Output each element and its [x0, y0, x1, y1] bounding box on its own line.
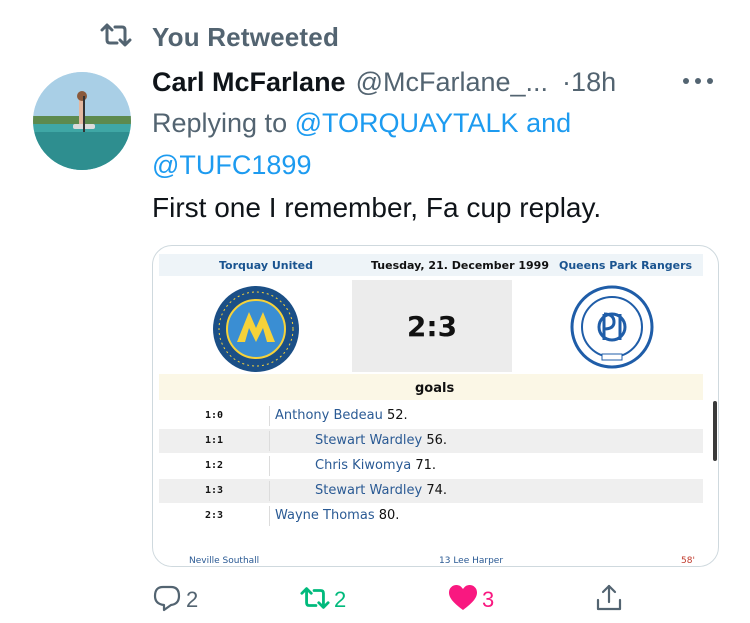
action-bar: 2 2 3 — [152, 580, 712, 620]
qpr-crest-icon — [569, 284, 655, 370]
match-card: Torquay United Tuesday, 21. December 199… — [159, 254, 703, 566]
like-button[interactable]: 3 — [448, 580, 494, 620]
goal-score: 2:3 — [205, 510, 224, 521]
goal-scorer[interactable]: Stewart Wardley 56. — [315, 433, 447, 448]
away-team-label: Queens Park Rangers — [559, 259, 693, 272]
goal-minute: 74. — [426, 483, 448, 498]
more-options-icon[interactable] — [678, 68, 718, 94]
tweet-text: First one I remember, Fa cup replay. — [152, 192, 602, 223]
goals-bar: goals — [159, 374, 703, 400]
media-image[interactable]: Torquay United Tuesday, 21. December 199… — [152, 245, 719, 567]
goal-minute: 52. — [387, 408, 408, 423]
goal-minute: 80. — [378, 508, 400, 523]
match-date: Tuesday, 21. December 1999 — [371, 259, 549, 272]
dot-separator: · — [562, 66, 572, 97]
like-count: 3 — [482, 587, 495, 612]
goal-scorer[interactable]: Stewart Wardley 74. — [315, 483, 447, 498]
goal-scorer[interactable]: Wayne Thomas 80. — [275, 508, 399, 523]
retweet-icon — [300, 583, 330, 618]
goal-row: 1:1 Stewart Wardley 56. — [159, 429, 703, 453]
retweet-icon — [100, 22, 132, 53]
torquay-crest-icon — [211, 284, 301, 374]
goal-scorer[interactable]: Chris Kiwomya 71. — [315, 458, 436, 473]
replying-to: Replying to @TORQUAYTALK and @TUFC1899 — [152, 102, 732, 186]
row-divider — [269, 506, 270, 526]
row-divider — [269, 481, 270, 501]
row-divider — [269, 456, 270, 476]
lineup-right: 58' — [681, 556, 695, 566]
lineup-fragment: Neville Southall 13 Lee Harper 58' — [159, 554, 703, 566]
goal-row: 2:3 Wayne Thomas 80. — [159, 504, 703, 528]
share-button[interactable] — [594, 580, 624, 620]
author-name[interactable]: Carl McFarlane — [152, 67, 346, 98]
goal-score: 1:2 — [205, 460, 224, 471]
retweet-button[interactable]: 2 — [300, 580, 346, 620]
row-divider — [269, 431, 270, 451]
tweet-timestamp[interactable]: ·18h — [562, 67, 616, 98]
author-handle[interactable]: @McFarlane_... — [356, 67, 548, 98]
retweet-banner: You Retweeted — [100, 20, 339, 54]
home-team-label: Torquay United — [219, 259, 313, 272]
score-display: 2:3 — [352, 280, 512, 372]
goal-minute: 56. — [426, 433, 448, 448]
goal-minute: 71. — [415, 458, 437, 473]
reply-icon — [152, 583, 182, 618]
goal-score: 1:3 — [205, 485, 224, 496]
tweet-time[interactable]: 18h — [571, 67, 616, 97]
mention-tufc1899[interactable]: @TUFC1899 — [152, 150, 311, 180]
goals-label: goals — [415, 381, 455, 396]
tweet-header: Carl McFarlane @McFarlane_... ·18h — [152, 62, 722, 102]
goal-row: 1:0 Anthony Bedeau 52. — [159, 404, 703, 428]
goal-score: 1:0 — [205, 410, 224, 421]
teams-header: Torquay United Tuesday, 21. December 199… — [159, 254, 703, 276]
row-divider — [269, 406, 270, 426]
goal-score: 1:1 — [205, 435, 224, 446]
retweet-count: 2 — [334, 587, 347, 612]
reply-count: 2 — [186, 587, 199, 612]
reply-button[interactable]: 2 — [152, 580, 198, 620]
goal-row: 1:3 Stewart Wardley 74. — [159, 479, 703, 503]
lineup-mid: 13 Lee Harper — [439, 556, 504, 566]
goal-row: 1:2 Chris Kiwomya 71. — [159, 454, 703, 478]
replying-prefix: Replying to — [152, 108, 288, 138]
share-icon — [594, 583, 624, 618]
retweet-banner-text: You Retweeted — [152, 21, 340, 52]
goal-scorer[interactable]: Anthony Bedeau 52. — [275, 408, 408, 423]
replying-and: and — [526, 108, 572, 138]
image-scrollbar — [713, 401, 717, 461]
avatar[interactable] — [33, 72, 131, 170]
lineup-left: Neville Southall — [189, 556, 260, 566]
heart-icon — [448, 583, 478, 618]
mention-torquaytalk[interactable]: @TORQUAYTALK — [295, 108, 519, 138]
